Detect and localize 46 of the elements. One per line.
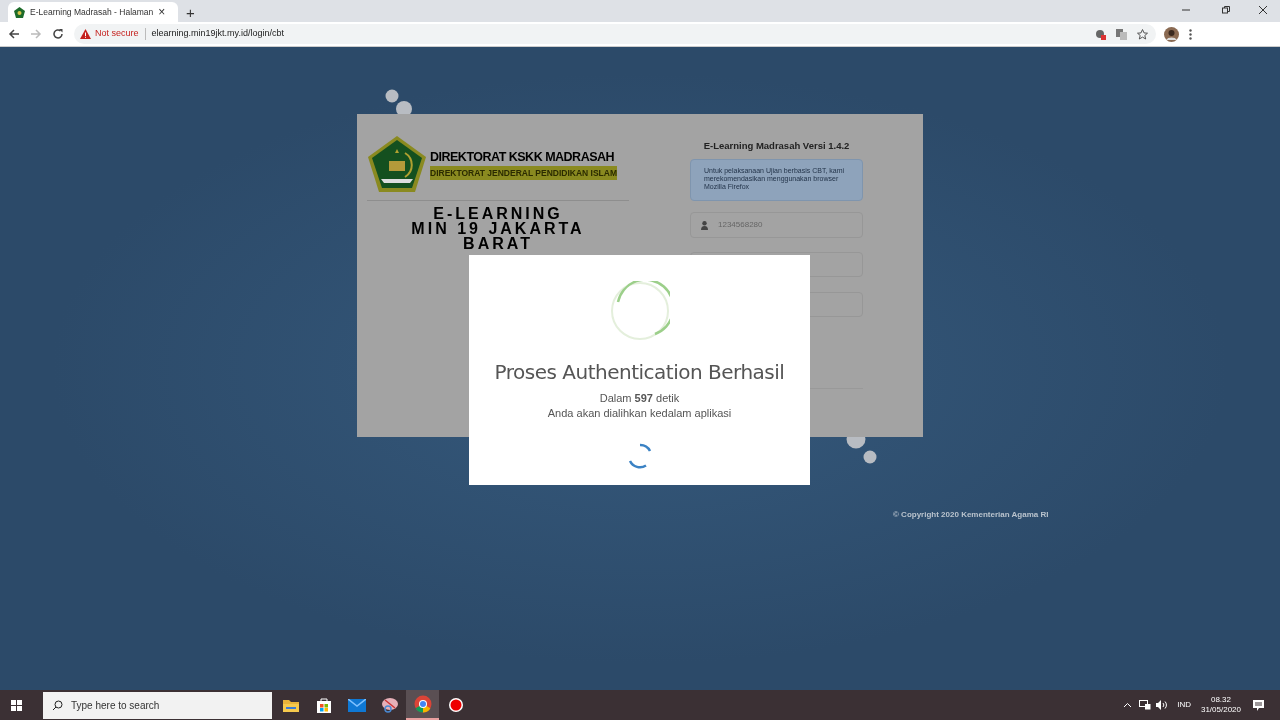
search-placeholder: Type here to search	[71, 698, 160, 713]
clock[interactable]: 08.32 31/05/2020	[1200, 695, 1241, 715]
copyright-text: © Copyright 2020 Kementerian Agama RI	[893, 510, 1049, 519]
restore-icon[interactable]	[1221, 5, 1231, 15]
modal-title: Proses Authentication Berhasil	[494, 359, 785, 386]
speaker-icon[interactable]	[1156, 700, 1169, 710]
new-tab-button[interactable]: +	[186, 5, 195, 20]
warning-icon	[80, 29, 91, 39]
reload-icon[interactable]	[52, 28, 64, 40]
language-indicator[interactable]: IND	[1177, 699, 1191, 711]
app-title-line: E-LEARNING	[433, 206, 563, 221]
chevron-up-icon[interactable]	[1123, 702, 1133, 708]
emblem-logo	[367, 135, 427, 193]
app-title-line: BARAT	[463, 236, 533, 251]
extension-icon[interactable]	[1095, 28, 1106, 40]
translate-icon[interactable]	[1116, 28, 1127, 40]
address-bar[interactable]: Not secure elearning.min19jkt.my.id/login/cbt	[74, 24, 1156, 44]
success-ring-icon	[609, 281, 670, 341]
avatar-icon[interactable]	[1164, 26, 1179, 42]
redirect-message: Anda akan dialihkan kedalam aplikasi	[547, 406, 732, 421]
countdown-text: Dalam 597 detik	[599, 391, 680, 406]
menu-icon[interactable]	[1189, 28, 1192, 40]
emblem-icon	[14, 6, 25, 18]
close-icon[interactable]	[1258, 5, 1268, 15]
user-icon	[701, 220, 708, 230]
tab-title: E-Learning Madrasah - Halaman	[30, 5, 154, 19]
clock-date: 31/05/2020	[1200, 705, 1241, 715]
network-icon[interactable]	[1139, 700, 1152, 710]
header-subtitle: DIREKTORAT JENDERAL PENDIDIKAN ISLAM	[430, 166, 617, 180]
browser-tab[interactable]: E-Learning Madrasah - Halaman ×	[8, 2, 178, 22]
tab-close-button[interactable]: ×	[158, 6, 166, 18]
security-label: Not secure	[95, 27, 139, 41]
username-value: 1234568280	[718, 219, 763, 232]
windows-start-icon[interactable]	[11, 699, 22, 711]
decorative-dots	[385, 89, 415, 117]
notification-icon[interactable]	[1253, 699, 1264, 711]
version-heading: E-Learning Madrasah Versi 1.4.2	[702, 139, 851, 153]
search-icon	[52, 699, 63, 711]
app-title-line: MIN 19 JAKARTA	[411, 221, 585, 236]
taskbar-search-field[interactable]: Type here to search	[43, 691, 272, 719]
star-icon[interactable]	[1137, 28, 1148, 40]
clock-time: 08.32	[1210, 695, 1231, 705]
browser-icon[interactable]	[406, 690, 439, 720]
url-text: elearning.min19jkt.my.id/login/cbt	[151, 27, 284, 41]
header-title: DIREKTORAT KSKK MADRASAH	[430, 149, 616, 166]
back-arrow-icon[interactable]	[8, 28, 20, 40]
